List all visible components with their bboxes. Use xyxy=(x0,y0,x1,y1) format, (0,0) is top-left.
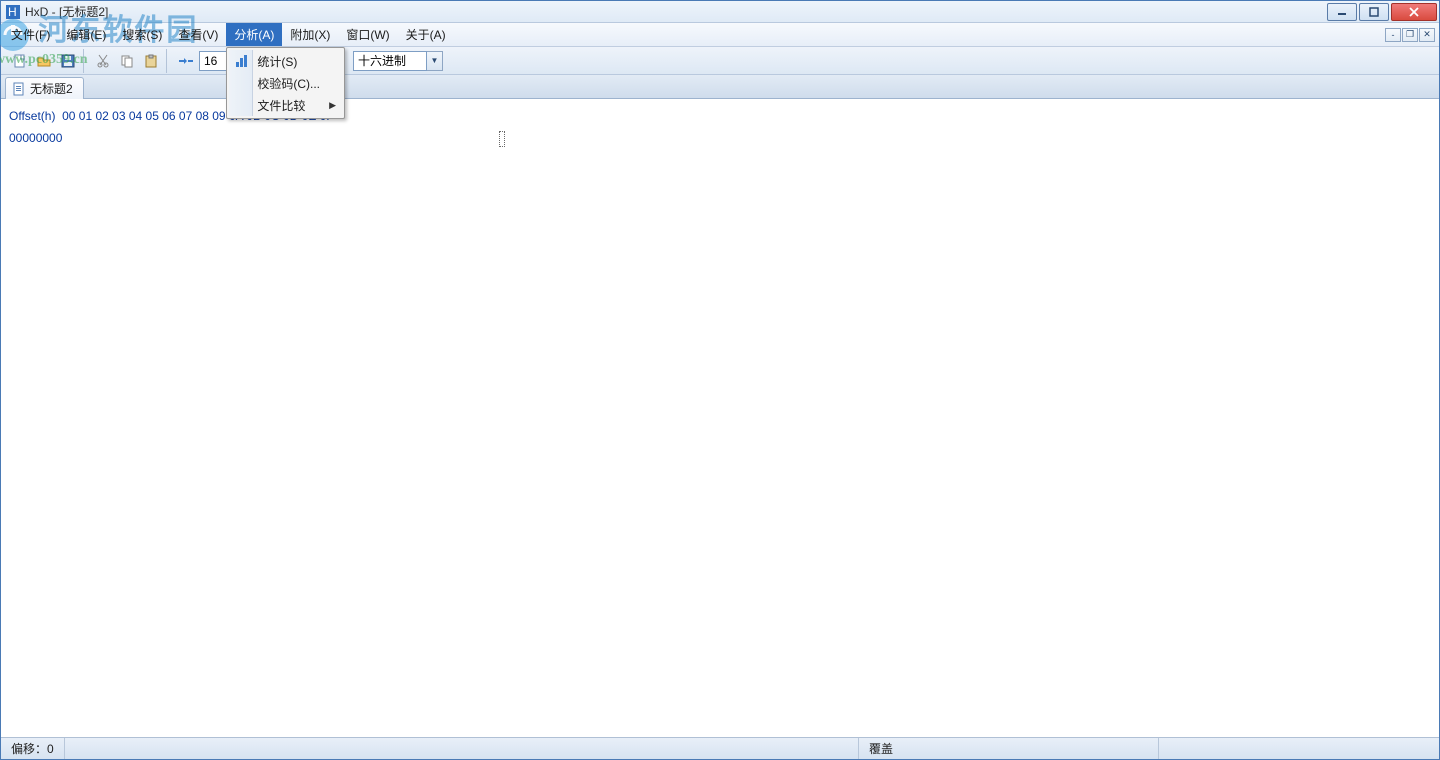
menu-window[interactable]: 窗口(W) xyxy=(338,23,397,46)
submenu-arrow-icon: ▶ xyxy=(329,100,336,111)
menu-file[interactable]: 文件(F) xyxy=(3,23,58,46)
titlebar: H HxD - [无标题2] xyxy=(1,1,1439,23)
tab-untitled2[interactable]: 无标题2 xyxy=(5,77,84,99)
menu-analyze[interactable]: 分析(A) 统计(S) 校验码(C)... 文件比较 ▶ xyxy=(226,23,282,46)
hex-editor[interactable]: Offset(h) 00 01 02 03 04 05 06 07 08 09 … xyxy=(1,99,1439,737)
open-file-icon[interactable] xyxy=(33,50,55,72)
toolbar-edit-group xyxy=(88,49,167,73)
status-mode-value: 覆盖 xyxy=(869,740,893,757)
mdi-restore-button[interactable]: ❐ xyxy=(1402,28,1418,42)
document-tabs: 无标题2 xyxy=(1,75,1439,99)
hex-header: Offset(h) 00 01 02 03 04 05 06 07 08 09 … xyxy=(9,105,1431,127)
window-title: HxD - [无标题2] xyxy=(25,3,108,20)
hex-row-0[interactable]: 00000000 xyxy=(9,127,1431,149)
toolbar-file-group xyxy=(5,49,84,73)
status-mode: 覆盖 xyxy=(859,738,1159,759)
analyze-checksum-label: 校验码(C)... xyxy=(257,75,320,92)
menu-search[interactable]: 搜索(S) xyxy=(114,23,170,46)
app-window: 河东软件园 www.pc0359.cn H HxD - [无标题2] 文件(F)… xyxy=(0,0,1440,760)
analyze-compare-label: 文件比较 xyxy=(257,97,305,114)
save-file-icon[interactable] xyxy=(57,50,79,72)
cut-icon[interactable] xyxy=(92,50,114,72)
status-offset: 偏移： 0 xyxy=(1,738,65,759)
mdi-controls: ‑ ❐ ✕ xyxy=(1385,23,1439,46)
menu-extras[interactable]: 附加(X) xyxy=(282,23,338,46)
copy-icon[interactable] xyxy=(116,50,138,72)
window-controls xyxy=(1327,3,1439,21)
analyze-stats-label: 统计(S) xyxy=(257,53,297,70)
menu-help[interactable]: 关于(A) xyxy=(398,23,454,46)
toolbar-radix-group: ▼ xyxy=(349,49,447,73)
minimize-button[interactable] xyxy=(1327,3,1357,21)
chevron-down-icon[interactable]: ▼ xyxy=(427,51,443,71)
paste-icon[interactable] xyxy=(140,50,162,72)
hex-offset: 00000000 xyxy=(9,131,62,145)
menu-edit[interactable]: 编辑(E) xyxy=(58,23,114,46)
tab-label: 无标题2 xyxy=(30,80,73,97)
new-file-icon[interactable] xyxy=(9,50,31,72)
status-spacer xyxy=(65,738,859,759)
menu-analyze-label: 分析(A) xyxy=(234,26,274,43)
radix-combo[interactable]: ▼ xyxy=(353,51,443,71)
app-icon: H xyxy=(5,4,21,20)
maximize-button[interactable] xyxy=(1359,3,1389,21)
mdi-close-button[interactable]: ✕ xyxy=(1419,28,1435,42)
analyze-stats[interactable]: 统计(S) xyxy=(229,50,342,72)
text-caret xyxy=(499,131,505,147)
status-offset-label: 偏移： xyxy=(11,740,47,757)
statusbar: 偏移： 0 覆盖 xyxy=(1,737,1439,759)
mdi-minimize-button[interactable]: ‑ xyxy=(1385,28,1401,42)
menu-view[interactable]: 查看(V) xyxy=(170,23,226,46)
status-offset-value: 0 xyxy=(47,742,54,756)
menubar: 文件(F) 编辑(E) 搜索(S) 查看(V) 分析(A) 统计(S) 校验码(… xyxy=(1,23,1439,47)
svg-text:H: H xyxy=(8,5,17,19)
radix-input[interactable] xyxy=(353,51,427,71)
stats-icon xyxy=(233,54,251,68)
document-icon xyxy=(12,82,26,96)
analyze-compare[interactable]: 文件比较 ▶ xyxy=(229,94,342,116)
toolbar: ▼ ▼ ▼ xyxy=(1,47,1439,75)
analyze-dropdown: 统计(S) 校验码(C)... 文件比较 ▶ xyxy=(226,47,345,119)
analyze-checksum[interactable]: 校验码(C)... xyxy=(229,72,342,94)
status-tail xyxy=(1159,738,1439,759)
close-button[interactable] xyxy=(1391,3,1437,21)
bytes-icon xyxy=(175,50,197,72)
